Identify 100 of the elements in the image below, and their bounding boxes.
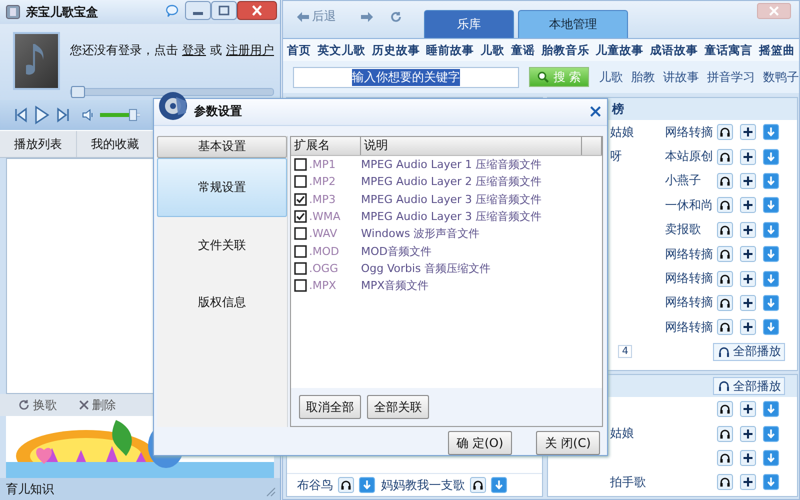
add-icon[interactable] (740, 401, 756, 418)
download-icon[interactable] (763, 319, 779, 336)
forward-arrow-icon[interactable] (361, 12, 373, 22)
add-icon[interactable] (740, 450, 756, 466)
headphones-icon[interactable] (717, 474, 733, 490)
settings-nav-item[interactable]: 常规设置 (157, 158, 287, 217)
refresh-icon[interactable] (18, 399, 30, 411)
download-icon[interactable] (763, 294, 779, 311)
add-icon[interactable] (740, 474, 756, 490)
checkbox[interactable] (294, 244, 307, 258)
headphones-icon[interactable] (717, 426, 733, 442)
refresh-icon[interactable] (390, 10, 402, 22)
next-icon[interactable] (56, 107, 70, 123)
checkbox[interactable] (294, 262, 307, 275)
song-title[interactable]: 姑娘 (610, 426, 634, 440)
download-icon[interactable] (491, 477, 507, 493)
back-arrow-icon[interactable] (297, 12, 309, 22)
headphones-icon[interactable] (470, 477, 486, 493)
deselect-all-button[interactable]: 取消全部 (299, 395, 361, 419)
checkbox[interactable] (294, 279, 307, 292)
column-header[interactable]: 扩展名 (291, 136, 361, 155)
resize-grip-icon[interactable] (266, 487, 276, 497)
song-title[interactable]: 妈妈教我一支歌 (381, 476, 465, 494)
download-icon[interactable] (763, 450, 779, 466)
quick-link[interactable]: 胎教 (631, 68, 655, 86)
quick-link[interactable]: 讲故事 (663, 68, 699, 86)
checkbox[interactable] (294, 210, 307, 223)
headphones-icon[interactable] (717, 450, 733, 466)
chat-icon[interactable] (165, 4, 179, 18)
song-title[interactable]: 姑娘 (610, 124, 634, 139)
checkbox[interactable] (294, 158, 307, 172)
settings-nav-item[interactable]: 版权信息 (157, 274, 287, 331)
song-title[interactable]: 呀 (610, 149, 622, 164)
checkbox[interactable] (294, 227, 307, 240)
headphones-icon[interactable] (717, 401, 733, 418)
category-link[interactable]: 英文儿歌 (317, 42, 366, 58)
download-icon[interactable] (763, 246, 779, 262)
previous-icon[interactable] (14, 107, 28, 123)
headphones-icon[interactable] (717, 319, 733, 336)
add-icon[interactable] (740, 197, 756, 214)
category-link[interactable]: 成语故事 (650, 42, 698, 58)
headphones-icon[interactable] (717, 172, 733, 189)
close-icon[interactable] (79, 400, 89, 410)
headphones-icon[interactable] (338, 477, 354, 493)
add-icon[interactable] (740, 426, 756, 442)
download-icon[interactable] (763, 197, 779, 214)
category-link[interactable]: 历史故事 (372, 42, 420, 58)
volume-icon[interactable] (82, 108, 94, 122)
add-icon[interactable] (740, 222, 756, 238)
category-link[interactable]: 童话寓言 (704, 42, 753, 58)
category-link[interactable]: 摇篮曲 (758, 42, 795, 58)
download-icon[interactable] (763, 426, 779, 442)
headphones-icon[interactable] (717, 246, 733, 262)
search-field[interactable]: 输入你想要的关键字 (293, 66, 520, 88)
checkbox[interactable] (294, 192, 307, 206)
close-button[interactable]: 关 闭(C) (536, 431, 600, 455)
login-link[interactable]: 登录 (182, 42, 206, 59)
category-link[interactable]: 儿歌 (480, 42, 505, 58)
headphones-icon[interactable] (717, 124, 733, 140)
add-icon[interactable] (740, 246, 756, 262)
play-icon[interactable] (34, 105, 50, 125)
close-icon[interactable] (590, 106, 601, 118)
download-icon[interactable] (763, 270, 779, 287)
download-icon[interactable] (763, 222, 779, 238)
category-link[interactable]: 儿童故事 (596, 42, 644, 58)
library-tab[interactable]: 乐库 (424, 10, 514, 38)
download-icon[interactable] (763, 172, 779, 189)
song-title[interactable]: 布谷鸟 (297, 476, 333, 494)
headphones-icon[interactable] (717, 148, 733, 165)
headphones-icon[interactable] (717, 222, 733, 238)
add-icon[interactable] (740, 124, 756, 140)
download-icon[interactable] (763, 124, 779, 140)
play-all-button[interactable]: 全部播放 (713, 377, 785, 395)
headphones-icon[interactable] (717, 270, 733, 287)
associate-all-button[interactable]: 全部关联 (367, 395, 429, 419)
category-link[interactable]: 胎教音乐 (541, 42, 590, 58)
quick-link[interactable]: 儿歌 (599, 68, 623, 86)
add-icon[interactable] (740, 148, 756, 165)
add-icon[interactable] (740, 270, 756, 287)
minimize-button[interactable] (185, 1, 211, 20)
headphones-icon[interactable] (717, 197, 733, 214)
column-header[interactable]: 说明 (361, 136, 582, 155)
download-icon[interactable] (359, 477, 375, 493)
quick-link[interactable]: 数鸭子 (763, 68, 799, 86)
song-title[interactable]: 拍手歌 (610, 474, 646, 489)
download-icon[interactable] (763, 401, 779, 418)
category-link[interactable]: 童谣 (510, 42, 535, 58)
download-icon[interactable] (763, 148, 779, 165)
category-link[interactable]: 首页 (287, 42, 311, 58)
checkbox[interactable] (294, 175, 307, 188)
headphones-icon[interactable] (717, 294, 733, 311)
library-tab[interactable]: 本地管理 (518, 10, 628, 38)
maximize-button[interactable] (211, 1, 237, 20)
category-link[interactable]: 睡前故事 (426, 42, 474, 58)
section-header-button[interactable]: 基本设置 (157, 136, 287, 158)
play-all-button[interactable]: 全部播放 (713, 342, 785, 361)
page-button[interactable]: 4 (618, 345, 632, 358)
switch-song-button[interactable]: 换歌 (33, 396, 57, 414)
download-icon[interactable] (763, 474, 779, 490)
delete-button[interactable]: 删除 (92, 396, 116, 414)
